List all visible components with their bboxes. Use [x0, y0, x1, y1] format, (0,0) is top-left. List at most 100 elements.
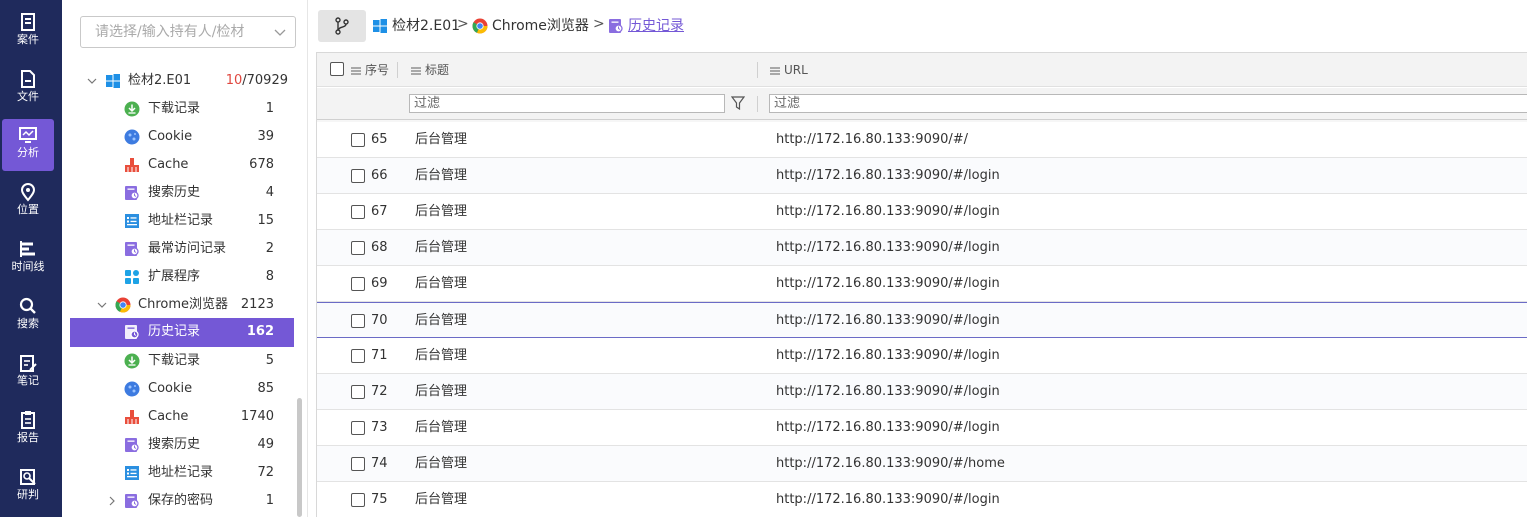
- branch-toggle-button[interactable]: [318, 10, 366, 42]
- chevron-down-icon[interactable]: [86, 75, 98, 87]
- tree-count: 2: [265, 241, 274, 256]
- select-all-checkbox[interactable]: [330, 62, 344, 76]
- tree-item-search-history[interactable]: 搜索历史 49: [70, 431, 294, 459]
- cell-url: http://172.16.80.133:9090/#/login: [776, 384, 1000, 399]
- table-row[interactable]: 73 后台管理 http://172.16.80.133:9090/#/logi…: [317, 410, 1527, 446]
- tree-scrollbar[interactable]: [297, 398, 302, 517]
- url-filter-input[interactable]: [769, 94, 1527, 113]
- address-bar-icon: [125, 214, 139, 228]
- location-icon: [20, 183, 36, 202]
- table-row[interactable]: 69 后台管理 http://172.16.80.133:9090/#/logi…: [317, 266, 1527, 302]
- tree-item-cookie[interactable]: Cookie 39: [70, 123, 294, 151]
- rail-item-timeline[interactable]: 时间线: [2, 233, 54, 285]
- row-checkbox[interactable]: [351, 169, 365, 183]
- breadcrumb-label: 历史记录: [628, 18, 684, 34]
- app-window: 案件 文件 分析 位置 时间线 搜索 笔记 报告 研判 请选择/输入持有人/检材…: [0, 0, 1527, 517]
- column-header-no[interactable]: 序号: [351, 53, 389, 87]
- table-row[interactable]: 68 后台管理 http://172.16.80.133:9090/#/logi…: [317, 230, 1527, 266]
- row-checkbox[interactable]: [351, 349, 365, 363]
- timeline-icon: [20, 241, 35, 257]
- table-row[interactable]: 72 后台管理 http://172.16.80.133:9090/#/logi…: [317, 374, 1527, 410]
- tree-item-cookie[interactable]: Cookie 85: [70, 375, 294, 403]
- cell-url: http://172.16.80.133:9090/#/login: [776, 240, 1000, 255]
- breadcrumb-item-history[interactable]: 历史记录: [608, 16, 690, 36]
- cookie-icon: [124, 381, 140, 397]
- tree-count: 2123: [240, 297, 274, 312]
- table-row[interactable]: 67 后台管理 http://172.16.80.133:9090/#/logi…: [317, 194, 1527, 230]
- tree-item-address-bar[interactable]: 地址栏记录 72: [70, 459, 294, 487]
- chevron-right-icon[interactable]: [106, 495, 118, 507]
- cell-no: 73: [371, 420, 388, 435]
- tree-item-cache[interactable]: Cache 1740: [70, 403, 294, 431]
- rail-label: 搜索: [17, 317, 39, 330]
- tree-node-chrome[interactable]: Chrome浏览器 2123: [70, 291, 294, 319]
- table-row[interactable]: 74 后台管理 http://172.16.80.133:9090/#/home: [317, 446, 1527, 482]
- rail-item-case[interactable]: 案件: [2, 6, 54, 58]
- cell-no: 70: [371, 313, 388, 328]
- rail-item-note[interactable]: 笔记: [2, 347, 54, 399]
- rail-item-search[interactable]: 搜索: [2, 290, 54, 342]
- tree-label: 搜索历史: [148, 185, 201, 200]
- tree-label: 搜索历史: [148, 437, 201, 452]
- tree-count: 162: [246, 324, 274, 339]
- tree-item-saved-password[interactable]: 保存的密码 1: [70, 487, 294, 515]
- rail-item-report[interactable]: 报告: [2, 404, 54, 456]
- cell-no: 72: [371, 384, 388, 399]
- column-header-url[interactable]: URL: [770, 53, 808, 87]
- rail-item-analysis[interactable]: 分析: [2, 119, 54, 171]
- row-checkbox[interactable]: [351, 493, 365, 507]
- rail-item-judge[interactable]: 研判: [2, 461, 54, 513]
- tree-item-download[interactable]: 下载记录 1: [70, 95, 294, 123]
- search-icon: [19, 297, 36, 314]
- tree-item-cache[interactable]: Cache 678: [70, 151, 294, 179]
- column-divider[interactable]: [757, 62, 758, 78]
- breadcrumb-item-chrome[interactable]: Chrome浏览器: [472, 16, 594, 36]
- tree-label: Cookie: [148, 381, 193, 396]
- table-row[interactable]: 71 后台管理 http://172.16.80.133:9090/#/logi…: [317, 338, 1527, 374]
- title-filter-input[interactable]: [409, 94, 725, 113]
- rail-label: 位置: [17, 203, 39, 216]
- cell-title: 后台管理: [415, 348, 468, 363]
- holder-search-input[interactable]: [81, 17, 271, 47]
- row-checkbox[interactable]: [351, 277, 365, 291]
- tree-count: 10/70929: [226, 67, 288, 95]
- row-checkbox[interactable]: [351, 421, 365, 435]
- table-row[interactable]: 70 后台管理 http://172.16.80.133:9090/#/logi…: [317, 302, 1527, 338]
- filter-icon[interactable]: [731, 96, 745, 110]
- rail-item-location[interactable]: 位置: [2, 176, 54, 228]
- chevron-down-icon[interactable]: [273, 25, 287, 39]
- breadcrumb-item-evidence[interactable]: 检材2.E01: [372, 16, 464, 36]
- row-checkbox[interactable]: [351, 457, 365, 471]
- count-total: /70929: [242, 73, 288, 88]
- chrome-icon: [115, 297, 131, 313]
- tree-item-frequent-visit[interactable]: 最常访问记录 2: [70, 235, 294, 263]
- row-checkbox[interactable]: [351, 385, 365, 399]
- history-icon: [125, 325, 139, 339]
- tree-node-evidence[interactable]: 检材2.E01 10/70929: [70, 67, 294, 95]
- tree-item-history[interactable]: 历史记录 162: [70, 318, 294, 347]
- column-header-title[interactable]: 标题: [411, 53, 449, 87]
- tree-label: 最常访问记录: [148, 241, 227, 256]
- row-checkbox[interactable]: [351, 314, 365, 328]
- cell-url: http://172.16.80.133:9090/#/login: [776, 204, 1000, 219]
- row-checkbox[interactable]: [351, 241, 365, 255]
- rail-item-file[interactable]: 文件: [2, 63, 54, 115]
- column-divider[interactable]: [397, 62, 398, 78]
- search-history-icon: [125, 438, 139, 452]
- holder-search-select[interactable]: [80, 16, 296, 48]
- cell-title: 后台管理: [415, 420, 468, 435]
- tree-item-search-history[interactable]: 搜索历史 4: [70, 179, 294, 207]
- column-title: 标题: [425, 63, 450, 77]
- tree-item-address-bar[interactable]: 地址栏记录 15: [70, 207, 294, 235]
- address-bar-icon: [125, 466, 139, 480]
- cell-url: http://172.16.80.133:9090/#/login: [776, 492, 1000, 507]
- row-checkbox[interactable]: [351, 133, 365, 147]
- tree-item-download[interactable]: 下载记录 5: [70, 347, 294, 375]
- row-checkbox[interactable]: [351, 205, 365, 219]
- table-row[interactable]: 66 后台管理 http://172.16.80.133:9090/#/logi…: [317, 158, 1527, 194]
- tree-item-extension[interactable]: 扩展程序 8: [70, 263, 294, 291]
- table-row[interactable]: 65 后台管理 http://172.16.80.133:9090/#/: [317, 122, 1527, 158]
- chevron-down-icon[interactable]: [96, 299, 108, 311]
- table-row[interactable]: 75 后台管理 http://172.16.80.133:9090/#/logi…: [317, 482, 1527, 517]
- report-icon: [21, 411, 35, 429]
